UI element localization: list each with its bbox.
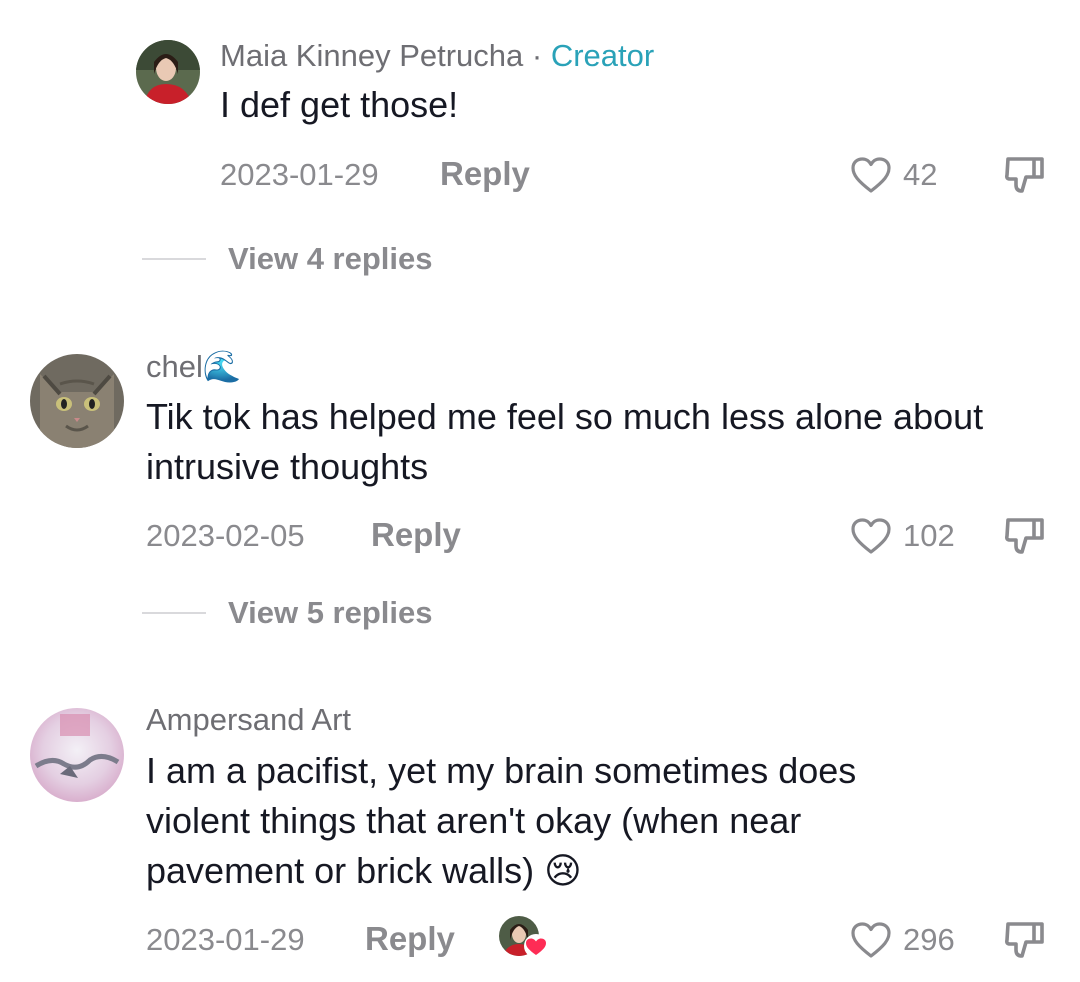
avatar-ampersand-art[interactable] <box>30 708 124 802</box>
author-separator: · <box>523 38 551 73</box>
heart-icon[interactable] <box>850 156 892 199</box>
comment-date: 2023-01-29 <box>220 157 379 192</box>
comment-author[interactable]: chel🌊 <box>146 348 241 385</box>
heart-icon[interactable] <box>850 517 892 560</box>
replies-divider <box>142 258 206 260</box>
like-count: 42 <box>903 157 938 192</box>
dislike-icon[interactable] <box>1002 155 1046 202</box>
reply-button[interactable]: Reply <box>440 155 530 193</box>
replies-divider <box>142 612 206 614</box>
creator-liked-heart-icon <box>524 934 548 958</box>
comment-text: Tik tok has helped me feel so much less … <box>146 396 984 487</box>
like-count: 296 <box>903 922 955 957</box>
comment-text: I am a pacifist, yet my brain sometimes … <box>146 750 857 891</box>
view-replies-button[interactable]: View 4 replies <box>228 241 433 277</box>
comment-author-row: Maia Kinney Petrucha · Creator <box>220 38 654 74</box>
dislike-icon[interactable] <box>1002 516 1046 563</box>
creator-badge: Creator <box>550 38 655 73</box>
view-replies-button[interactable]: View 5 replies <box>228 595 433 631</box>
comment-date: 2023-02-05 <box>146 518 305 553</box>
comment-author[interactable]: Ampersand Art <box>146 702 351 738</box>
heart-icon[interactable] <box>850 921 892 964</box>
dislike-icon[interactable] <box>1002 920 1046 967</box>
comment-author[interactable]: Maia Kinney Petrucha <box>220 38 523 73</box>
creator-liked-badge <box>498 914 550 967</box>
comment-date: 2023-01-29 <box>146 922 305 957</box>
avatar-maia[interactable] <box>136 40 200 104</box>
comment-text: I def get those! <box>220 84 459 125</box>
reply-button[interactable]: Reply <box>365 920 455 958</box>
like-count: 102 <box>903 518 955 553</box>
avatar-chel[interactable] <box>30 354 124 448</box>
reply-button[interactable]: Reply <box>371 516 461 554</box>
